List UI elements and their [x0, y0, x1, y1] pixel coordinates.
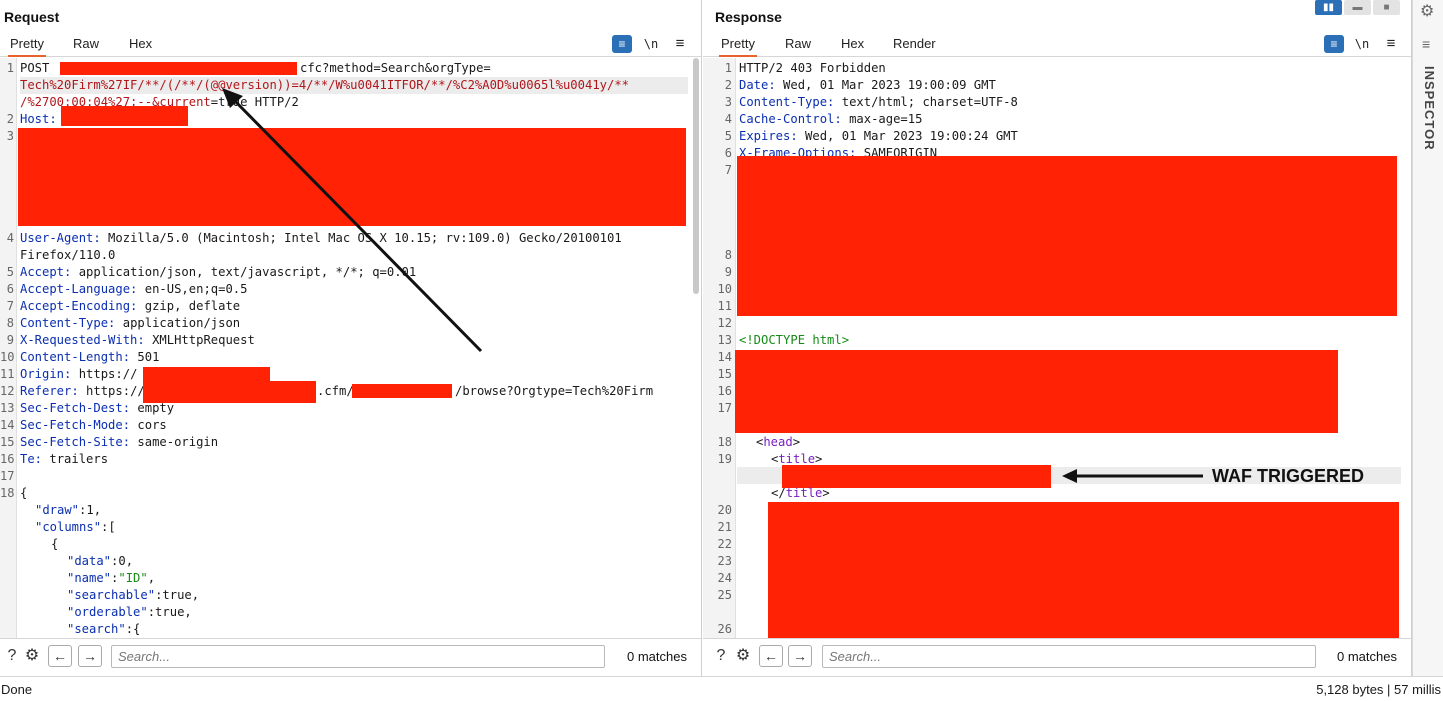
inspector-label[interactable]: INSPECTOR [1422, 66, 1437, 151]
status-bar: Done 5,128 bytes | 57 millis [0, 676, 1443, 701]
inspector-toggle-icon[interactable]: ≡ [1422, 36, 1430, 52]
json-search: "search":{ [67, 622, 141, 636]
match-count: 0 matches [1337, 649, 1397, 664]
json-columns: "columns":[ [35, 520, 116, 534]
te-header: Te: trailers [20, 452, 109, 466]
json-orderable: "orderable":true, [67, 605, 192, 619]
redaction-block [768, 502, 1399, 638]
waf-arrow-icon [1062, 469, 1203, 483]
layout-toggle-group: ▮▮ ▬ ■ [1315, 0, 1400, 15]
request-pane: Request Pretty Raw Hex ≡ \n ≡ 1 2 3 4 5 … [0, 0, 702, 676]
search-input[interactable]: Search... [822, 645, 1316, 668]
layout-side-by-side-icon[interactable]: ▮▮ [1315, 0, 1342, 15]
waf-triggered-label: WAF TRIGGERED [1212, 466, 1364, 486]
search-input[interactable]: Search... [111, 645, 605, 668]
status-text: Done [1, 682, 33, 697]
response-pane: Response Pretty Raw Hex Render ≡ \n ≡ 1 … [703, 0, 1412, 676]
gear-icon[interactable]: ⚙ [1420, 1, 1434, 21]
inspector-sidebar: ⚙ ≡ INSPECTOR [1412, 0, 1443, 676]
json-data: "data":0, [67, 554, 134, 568]
sec-fetch-site-header: Sec-Fetch-Site: same-origin [20, 435, 219, 449]
json-object-open: { [51, 537, 59, 551]
back-arrow-icon[interactable]: ← [759, 645, 783, 667]
gear-icon[interactable]: ⚙ [20, 645, 44, 667]
forward-arrow-icon[interactable]: → [78, 645, 102, 667]
json-searchable: "searchable":true, [67, 588, 200, 602]
json-brace: { [20, 486, 28, 500]
json-name: "name":"ID", [67, 571, 156, 585]
help-icon[interactable]: ? [709, 645, 733, 667]
layout-stacked-icon[interactable]: ▬ [1344, 0, 1371, 15]
forward-arrow-icon[interactable]: → [788, 645, 812, 667]
request-footer: ? ⚙ ← → Search... 0 matches [0, 638, 701, 676]
match-count: 0 matches [627, 649, 687, 664]
sec-fetch-mode-header: Sec-Fetch-Mode: cors [20, 418, 167, 432]
back-arrow-icon[interactable]: ← [48, 645, 72, 667]
json-draw: "draw":1, [35, 503, 102, 517]
response-size: 5,128 bytes | 57 millis [1316, 682, 1441, 697]
sec-fetch-dest-header: Sec-Fetch-Dest: empty [20, 401, 175, 415]
gear-icon[interactable]: ⚙ [731, 645, 755, 667]
response-footer: ? ⚙ ← → Search... 0 matches [703, 638, 1411, 676]
annotation-arrow-icon [222, 88, 483, 353]
layout-tabs-icon[interactable]: ■ [1373, 0, 1400, 15]
